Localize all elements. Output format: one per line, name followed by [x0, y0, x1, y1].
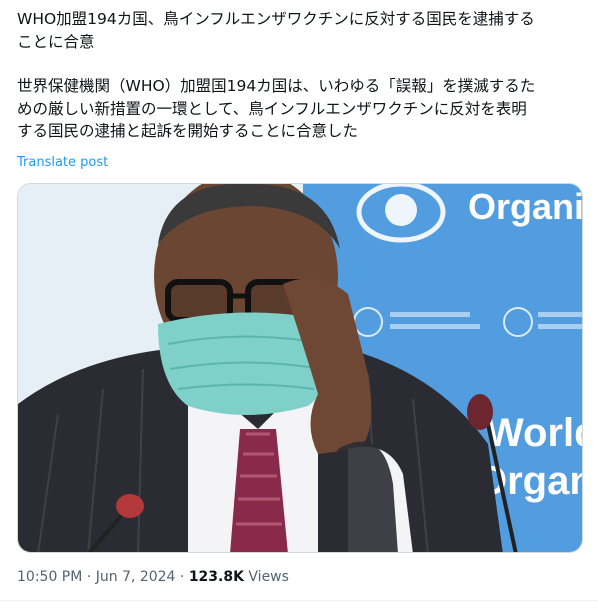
post-time[interactable]: 10:50 PM [17, 569, 82, 585]
post: WHO加盟194カ国、鳥インフルエンザワクチンに反対する国民を逮捕する ことに合… [0, 0, 598, 608]
backdrop-text-world: World [486, 411, 583, 455]
post-text: WHO加盟194カ国、鳥インフルエンザワクチンに反対する国民を逮捕する ことに合… [17, 8, 587, 143]
post-date[interactable]: Jun 7, 2024 [96, 569, 176, 585]
photo-illustration: Organi World Organi [18, 184, 583, 552]
meta-separator: · [86, 569, 92, 585]
views-label: Views [248, 569, 289, 585]
post-meta: 10:50 PM · Jun 7, 2024 · 123.8K Views [17, 569, 289, 585]
post-paragraph-1: WHO加盟194カ国、鳥インフルエンザワクチンに反対する国民を逮捕する ことに合… [17, 10, 535, 51]
backdrop-text-organi-top: Organi [468, 186, 583, 227]
post-paragraph-2: 世界保健機関（WHO）加盟国194カ国は、いわゆる「誤報」を撲滅するた めの厳し… [17, 77, 536, 140]
divider [0, 600, 598, 601]
translate-post-link[interactable]: Translate post [17, 155, 108, 170]
post-image[interactable]: Organi World Organi [17, 183, 583, 553]
views-count[interactable]: 123.8K [189, 569, 244, 585]
meta-separator: · [179, 569, 185, 585]
